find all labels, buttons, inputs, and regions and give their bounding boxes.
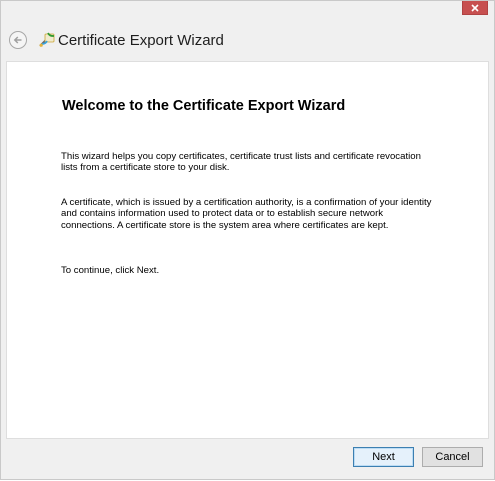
back-arrow-icon — [13, 36, 22, 44]
wizard-footer: Next Cancel — [1, 439, 494, 481]
close-icon — [471, 3, 479, 12]
back-button[interactable] — [9, 31, 27, 49]
continue-instruction: To continue, click Next. — [61, 265, 160, 276]
close-button[interactable] — [462, 1, 488, 15]
certificate-description-paragraph: A certificate, which is issued by a cert… — [61, 197, 432, 231]
page-heading: Welcome to the Certificate Export Wizard — [62, 98, 346, 114]
next-button[interactable]: Next — [353, 447, 414, 467]
wizard-content-panel: Welcome to the Certificate Export Wizard… — [6, 61, 489, 439]
wizard-title-bar: Certificate Export Wizard — [1, 25, 494, 57]
cancel-button[interactable]: Cancel — [422, 447, 483, 467]
certificate-wizard-icon — [39, 32, 55, 47]
wizard-title: Certificate Export Wizard — [58, 32, 224, 49]
wizard-window: Certificate Export Wizard Welcome to the… — [0, 0, 495, 480]
intro-paragraph: This wizard helps you copy certificates,… — [61, 151, 421, 174]
